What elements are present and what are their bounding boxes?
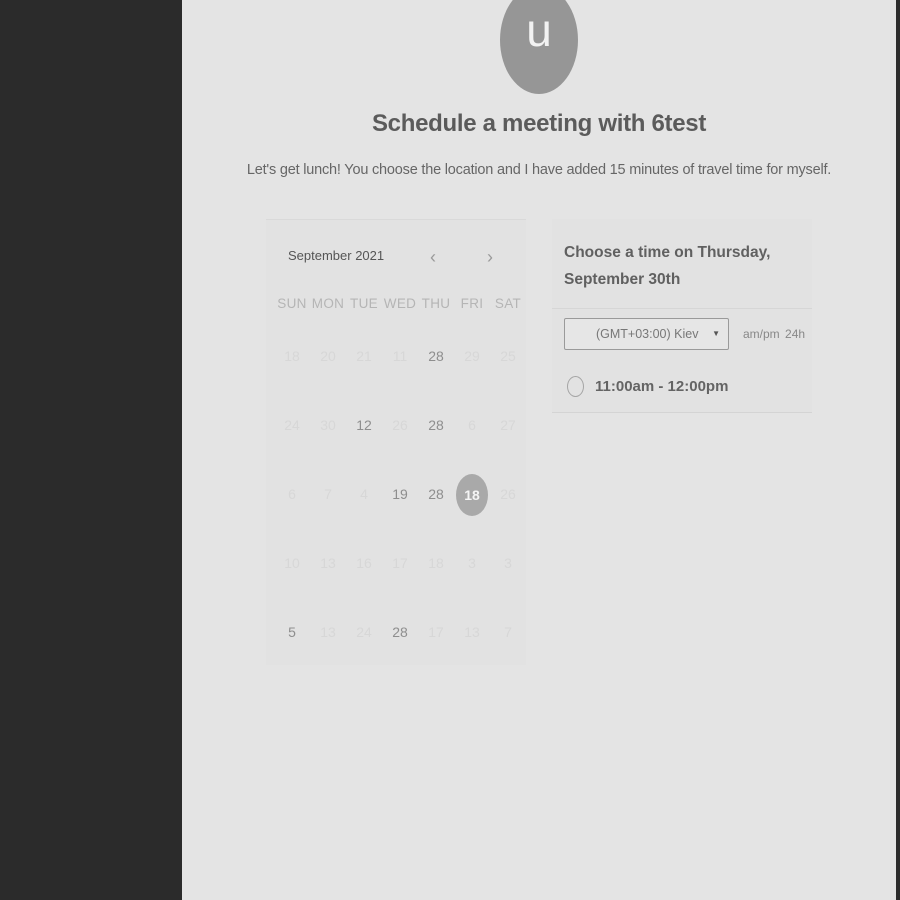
calendar-day: 13 [464,624,480,640]
page-description: Let's get lunch! You choose the location… [246,162,832,178]
calendar-day-available[interactable]: 5 [274,606,310,675]
calendar-week: 10 13 16 17 18 3 3 [274,537,526,606]
chevron-left-icon[interactable]: ‹ [423,246,443,268]
time-picker-panel: Choose a time on Thursday, September 30t… [552,219,812,413]
calendar-day-available[interactable]: 28 [418,468,454,537]
calendar-day: 3 [468,555,476,571]
calendar-day-available[interactable]: 12 [346,399,382,468]
format-ampm-option[interactable]: am/pm [743,327,780,341]
calendar-day: 16 [356,555,372,571]
calendar-day: 30 [320,417,336,433]
calendar-day: 11 [392,348,408,364]
calendar: September 2021 ‹ › SUN MON TUE WED THU F… [266,219,526,665]
weekday-label: TUE [350,296,378,311]
time-picker-title: Choose a time on Thursday, September 30t… [564,244,771,288]
radio-button[interactable] [567,375,584,397]
calendar-day-available[interactable]: 19 [382,468,418,537]
left-dark-panel [0,0,182,900]
calendar-day: 29 [464,348,480,364]
time-format-toggle: am/pm 24h [743,327,805,341]
calendar-day: 18 [428,555,444,571]
calendar-day: 21 [356,348,372,364]
calendar-day: 25 [500,348,516,364]
right-dark-edge [896,0,900,900]
calendar-day-selected[interactable]: 18 [454,468,490,537]
time-slot-label: 11:00am - 12:00pm [595,377,729,395]
calendar-day: 26 [392,417,408,433]
calendar-day: 27 [500,417,516,433]
calendar-day: 4 [360,486,368,502]
avatar-initial: u [526,4,552,56]
month-label: September 2021 [288,248,385,263]
calendar-day: 17 [428,624,444,640]
calendar-day: 3 [504,555,512,571]
calendar-day: 13 [320,624,336,640]
calendar-day: 7 [324,486,332,502]
selected-day-label: 18 [456,474,488,516]
calendar-day: 10 [284,555,300,571]
calendar-day: 20 [320,348,336,364]
weekday-label: FRI [460,296,484,311]
weekday-label: MON [311,296,345,311]
caret-down-icon: ▼ [712,329,720,338]
calendar-week: 24 30 12 26 28 6 27 [274,399,526,468]
weekday-label: SAT [494,296,522,311]
calendar-day-available[interactable]: 28 [418,330,454,399]
page-title: Schedule a meeting with 6test [371,110,707,137]
calendar-day: 13 [320,555,336,571]
calendar-day: 18 [284,348,300,364]
time-slot[interactable]: 11:00am - 12:00pm [567,373,728,399]
calendar-day: 24 [356,624,372,640]
timezone-select[interactable]: (GMT+03:00) Kiev ▼ [564,318,729,350]
avatar: u [500,0,578,94]
calendar-day: 26 [500,486,516,502]
calendar-week: 6 7 4 19 28 18 26 [274,468,526,537]
calendar-day: 7 [504,624,512,640]
calendar-grid: 18 20 21 11 28 29 25 24 30 12 26 28 6 27… [274,330,526,675]
scheduling-page: u Schedule a meeting with 6test Let's ge… [182,0,896,900]
calendar-day: 17 [392,555,408,571]
calendar-day-available[interactable]: 28 [382,606,418,675]
format-24h-option[interactable]: 24h [785,327,805,341]
weekday-label: WED [383,296,417,311]
calendar-day-available[interactable]: 28 [418,399,454,468]
time-picker-header: Choose a time on Thursday, September 30t… [552,219,812,309]
weekday-header: SUN MON TUE WED THU FRI SAT [274,296,526,316]
weekday-label: THU [421,296,451,311]
calendar-day: 24 [284,417,300,433]
timezone-value: (GMT+03:00) Kiev [596,327,699,341]
calendar-day: 6 [288,486,296,502]
chevron-right-icon[interactable]: › [480,246,500,268]
calendar-week: 18 20 21 11 28 29 25 [274,330,526,399]
calendar-day: 6 [468,417,476,433]
weekday-label: SUN [277,296,307,311]
calendar-week: 5 13 24 28 17 13 7 [274,606,526,675]
